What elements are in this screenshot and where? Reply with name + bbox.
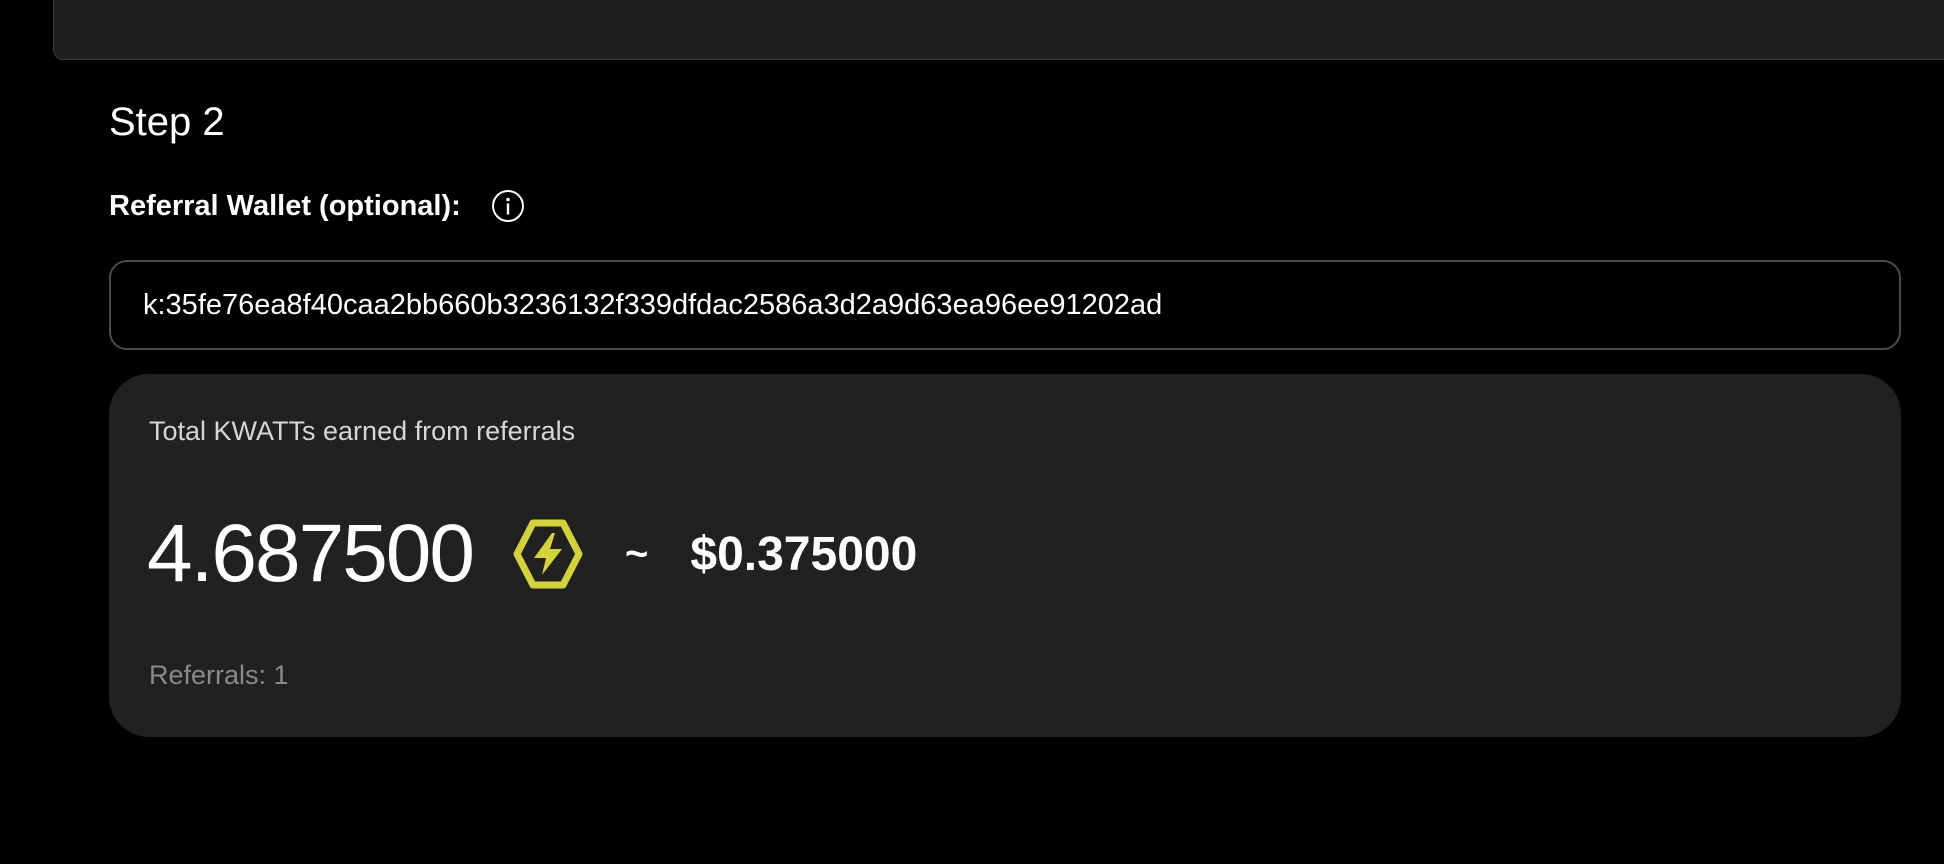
previous-step-panel (53, 0, 1944, 60)
step-title: Step 2 (109, 100, 225, 144)
kwatt-token-icon (511, 517, 585, 591)
usd-amount: $0.375000 (690, 527, 918, 581)
referral-wallet-input[interactable] (109, 260, 1901, 350)
earnings-heading: Total KWATTs earned from referrals (149, 416, 576, 446)
referral-wallet-label: Referral Wallet (optional): (109, 189, 461, 222)
approx-symbol: ~ (625, 531, 649, 576)
kwatt-amount: 4.687500 (147, 508, 475, 599)
earnings-amount-row: 4.687500 ~ $0.375000 (147, 504, 917, 604)
referral-earnings-card: Total KWATTs earned from referrals 4.687… (109, 374, 1901, 737)
referral-wallet-label-row: Referral Wallet (optional): (109, 186, 525, 226)
info-icon[interactable] (491, 189, 525, 223)
referrals-count: Referrals: 1 (149, 660, 289, 690)
